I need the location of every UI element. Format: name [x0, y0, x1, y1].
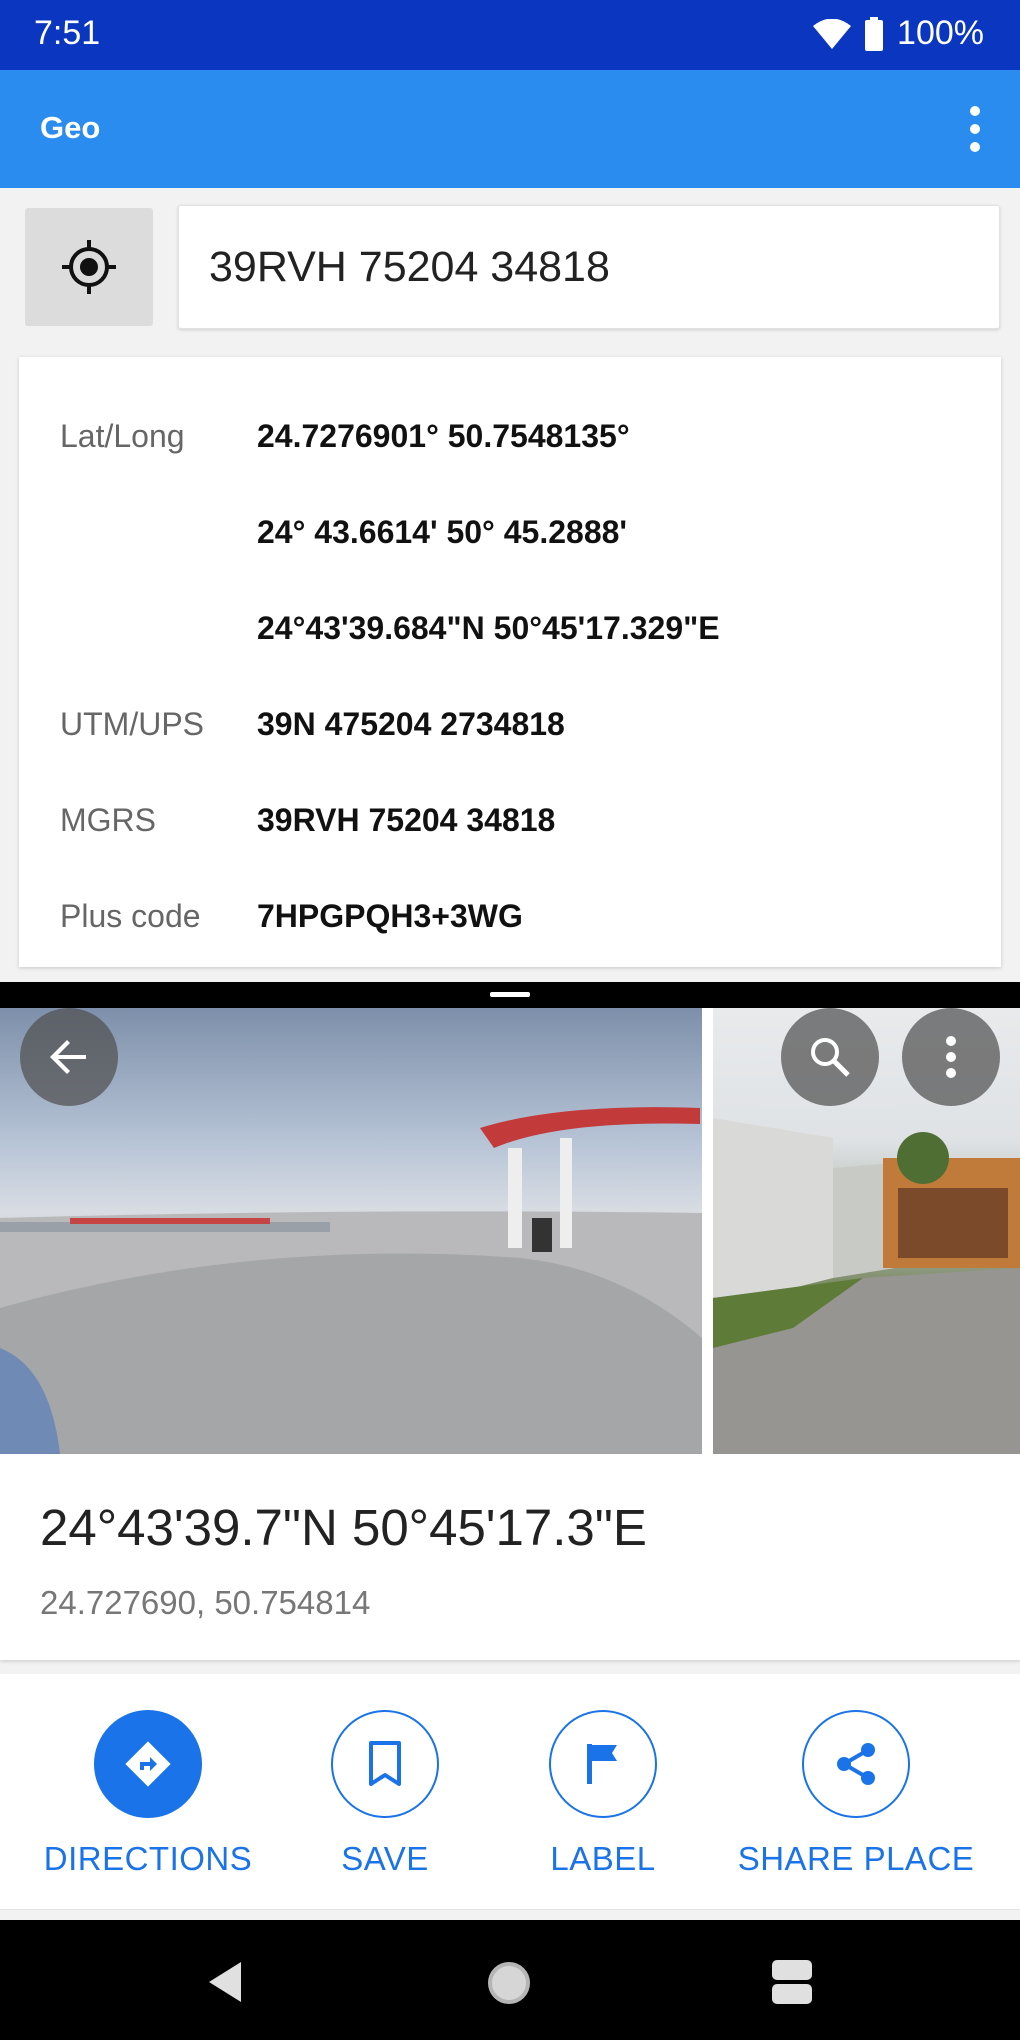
coord-value[interactable]: 24.7276901° 50.7548135° [257, 406, 630, 466]
more-vert-icon [946, 1036, 956, 1078]
coord-row-pluscode: Plus code 7HPGPQH3+3WG [19, 886, 1001, 946]
coord-value[interactable]: 39N 475204 2734818 [257, 694, 565, 754]
battery-percent: 100% [897, 14, 984, 52]
wifi-icon [813, 18, 852, 49]
more-options-button[interactable] [902, 1008, 1000, 1106]
back-nav-icon[interactable] [205, 1960, 245, 2004]
street-photo[interactable] [713, 1008, 1020, 1454]
my-location-icon [62, 240, 116, 294]
arrow-back-icon [50, 1040, 86, 1074]
place-info: 24°43'39.7"N 50°45'17.3"E 24.727690, 50.… [0, 1454, 1020, 1660]
split-screen-divider[interactable] [0, 982, 1020, 1008]
battery-icon [865, 16, 884, 51]
divider-handle[interactable] [490, 992, 530, 997]
bookmark-icon [331, 1710, 439, 1818]
directions-icon [94, 1710, 202, 1818]
action-label: SHARE PLACE [737, 1840, 975, 1877]
status-time: 7:51 [34, 14, 101, 52]
coord-row-latlong: Lat/Long 24.7276901° 50.7548135° [19, 406, 1001, 466]
app-bar: Geo [0, 70, 1020, 188]
flag-icon [549, 1710, 657, 1818]
coordinate-input[interactable]: 39RVH 75204 34818 [178, 205, 1000, 329]
search-button[interactable] [781, 1008, 879, 1106]
coord-label: Lat/Long [60, 418, 185, 454]
share-place-button[interactable]: SHARE PLACE [729, 1710, 983, 1878]
home-nav-icon[interactable] [486, 1960, 532, 2006]
coord-row-dm: 24° 43.6614' 50° 45.2888' [19, 502, 1001, 562]
coord-value[interactable]: 24°43'39.684"N 50°45'17.329"E [257, 598, 720, 658]
coord-label: Plus code [60, 898, 201, 934]
back-button[interactable] [20, 1008, 118, 1106]
directions-button[interactable]: DIRECTIONS [44, 1710, 252, 1878]
coord-value[interactable]: 24° 43.6614' 50° 45.2888' [257, 502, 627, 562]
save-button[interactable]: SAVE [285, 1710, 485, 1878]
more-vert-icon[interactable] [960, 106, 990, 152]
photo-strip[interactable] [0, 1008, 1020, 1454]
search-icon [811, 1038, 850, 1077]
coord-row-mgrs: MGRS 39RVH 75204 34818 [19, 790, 1001, 850]
action-bar: DIRECTIONS SAVE LABEL SHARE PLACE [0, 1674, 1020, 1910]
coord-row-dms: 24°43'39.684"N 50°45'17.329"E [19, 598, 1001, 658]
app-title: Geo [40, 110, 101, 145]
action-label: DIRECTIONS [43, 1840, 253, 1877]
street-view-photo[interactable] [0, 1008, 702, 1454]
place-title: 24°43'39.7"N 50°45'17.3"E [40, 1499, 647, 1556]
place-subtitle: 24.727690, 50.754814 [40, 1584, 371, 1621]
coord-row-utm: UTM/UPS 39N 475204 2734818 [19, 694, 1001, 754]
action-label: LABEL [550, 1840, 656, 1877]
coord-value[interactable]: 39RVH 75204 34818 [257, 790, 555, 850]
action-label: SAVE [341, 1840, 429, 1877]
share-icon [802, 1710, 910, 1818]
coord-label: MGRS [60, 802, 156, 838]
system-nav-bar [0, 1920, 1020, 2040]
status-bar: 7:51 100% [0, 0, 1020, 70]
coord-label: UTM/UPS [60, 706, 204, 742]
label-button[interactable]: LABEL [503, 1710, 703, 1878]
coordinates-card: Lat/Long 24.7276901° 50.7548135° 24° 43.… [19, 357, 1001, 967]
coord-value[interactable]: 7HPGPQH3+3WG [257, 886, 523, 946]
locate-button[interactable] [25, 208, 153, 326]
recents-nav-icon[interactable] [772, 1960, 812, 2004]
